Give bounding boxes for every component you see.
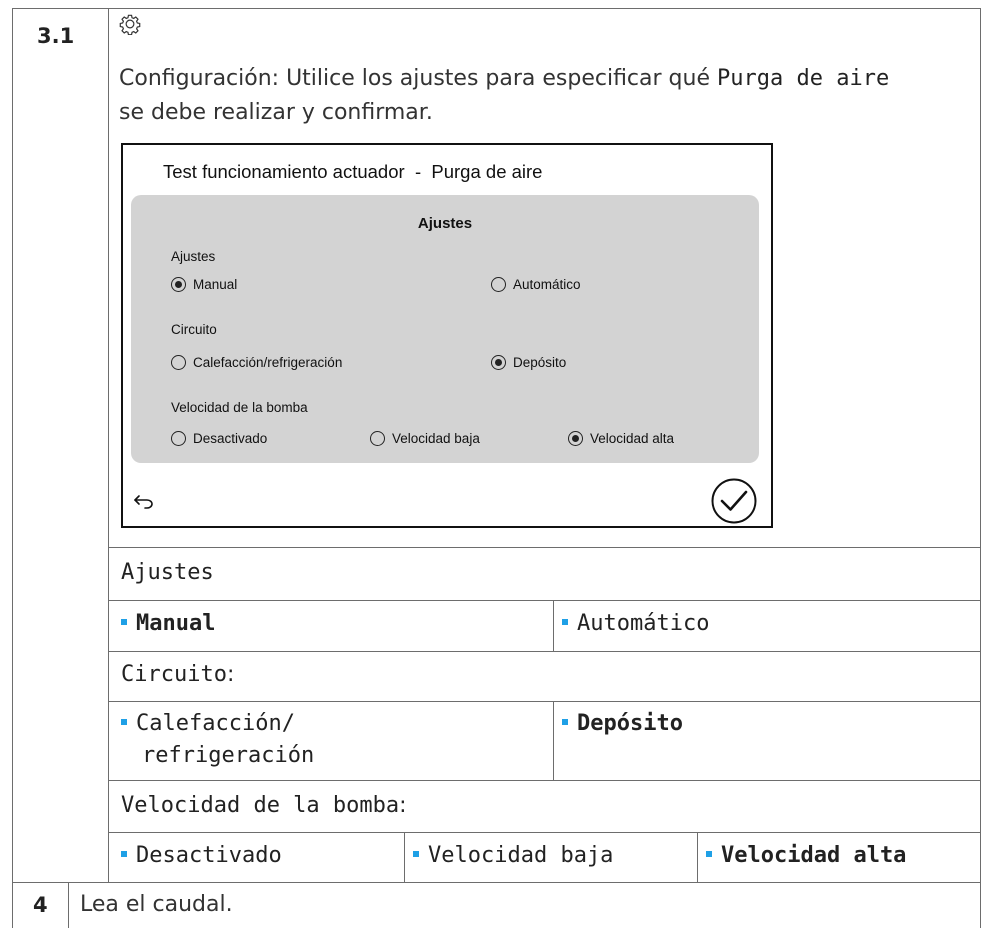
radio-selected-icon [491, 355, 506, 370]
row-divider [12, 882, 981, 883]
step-number: 4 [33, 893, 48, 917]
option-label: Manual [136, 611, 216, 636]
screen-title: Test funcionamiento actuador - Purga de … [163, 161, 543, 182]
radio-unselected-icon [171, 355, 186, 370]
bullet-icon [121, 719, 127, 725]
group-label-velocidad: Velocidad de la bomba [171, 400, 308, 415]
option-label-line1: Calefacción/ [136, 711, 295, 736]
option-deposito: Depósito [562, 711, 683, 736]
instruction-text: Configuración: Utilice los ajustes para … [119, 66, 717, 91]
step4-text: Lea el caudal. [80, 892, 233, 917]
option-velocidad-baja: Velocidad baja [413, 843, 613, 868]
bullet-icon [413, 851, 419, 857]
radio-desactivado[interactable]: Desactivado [171, 431, 267, 446]
radio-manual[interactable]: Manual [171, 277, 237, 292]
cell-divider [553, 701, 554, 780]
row-divider [108, 651, 981, 652]
bullet-icon [121, 619, 127, 625]
option-label: Desactivado [136, 843, 282, 868]
bullet-icon [562, 719, 568, 725]
gear-icon [119, 13, 141, 40]
row-divider [108, 547, 981, 548]
radio-label: Calefacción/refrigeración [193, 355, 343, 370]
radio-label: Desactivado [193, 431, 268, 446]
radio-label: Velocidad alta [590, 431, 675, 446]
back-arrow-icon[interactable] [133, 493, 155, 514]
row-divider [108, 832, 981, 833]
row-divider [108, 701, 981, 702]
step-number: 3.1 [37, 24, 75, 48]
instruction-code: Purga de aire [717, 66, 890, 91]
bullet-icon [706, 851, 712, 857]
radio-label: Automático [513, 277, 581, 292]
colon: : [226, 662, 235, 687]
radio-label: Depósito [513, 355, 567, 370]
radio-velocidad-alta[interactable]: Velocidad alta [568, 431, 674, 446]
row-divider [108, 600, 981, 601]
header-label: Circuito [121, 662, 227, 687]
settings-panel: Ajustes Ajustes Manual Automático Circui… [131, 195, 759, 463]
cell-divider [404, 832, 405, 882]
row-divider [108, 780, 981, 781]
option-automatico: Automático [562, 611, 709, 636]
option-desactivado: Desactivado [121, 843, 282, 868]
radio-label: Manual [193, 277, 238, 292]
radio-automatico[interactable]: Automático [491, 277, 581, 292]
radio-calefaccion[interactable]: Calefacción/refrigeración [171, 355, 342, 370]
circuito-header: Circuito: [121, 662, 234, 687]
radio-unselected-icon [491, 277, 506, 292]
velocidad-header: Velocidad de la bomba: [121, 793, 407, 818]
radio-selected-icon [171, 277, 186, 292]
instruction-line-1: Configuración: Utilice los ajustes para … [119, 62, 889, 95]
table-right-border [980, 8, 981, 928]
group-label-ajustes: Ajustes [171, 249, 216, 264]
radio-velocidad-baja[interactable]: Velocidad baja [370, 431, 480, 446]
header-label: Velocidad de la bomba [121, 793, 400, 818]
radio-label: Velocidad baja [392, 431, 480, 446]
option-label: Automático [577, 611, 710, 636]
table-top-border [12, 8, 981, 9]
colon: : [399, 793, 407, 818]
bullet-icon [121, 851, 127, 857]
check-circle-icon[interactable] [711, 478, 757, 529]
radio-deposito[interactable]: Depósito [491, 355, 566, 370]
option-label: Depósito [577, 711, 683, 736]
radio-unselected-icon [171, 431, 186, 446]
step4-divider [68, 882, 69, 928]
group-label-circuito: Circuito [171, 322, 217, 337]
screen-mockup: Test funcionamiento actuador - Purga de … [121, 143, 773, 528]
radio-selected-icon [568, 431, 583, 446]
option-velocidad-alta: Velocidad alta [706, 843, 906, 868]
ajustes-header: Ajustes [121, 560, 214, 585]
option-label: Velocidad baja [428, 843, 614, 868]
step-column-divider [108, 8, 109, 882]
bullet-icon [562, 619, 568, 625]
radio-unselected-icon [370, 431, 385, 446]
option-manual: Manual [121, 611, 215, 636]
option-label: Velocidad alta [721, 843, 907, 868]
instruction-line-2: se debe realizar y confirmar. [119, 100, 433, 125]
option-calefaccion-line2: refrigeración [142, 743, 315, 768]
panel-title: Ajustes [417, 215, 473, 232]
table-left-border [12, 8, 13, 928]
option-calefaccion: Calefacción/ [121, 711, 295, 736]
cell-divider [553, 600, 554, 651]
cell-divider [697, 832, 698, 882]
